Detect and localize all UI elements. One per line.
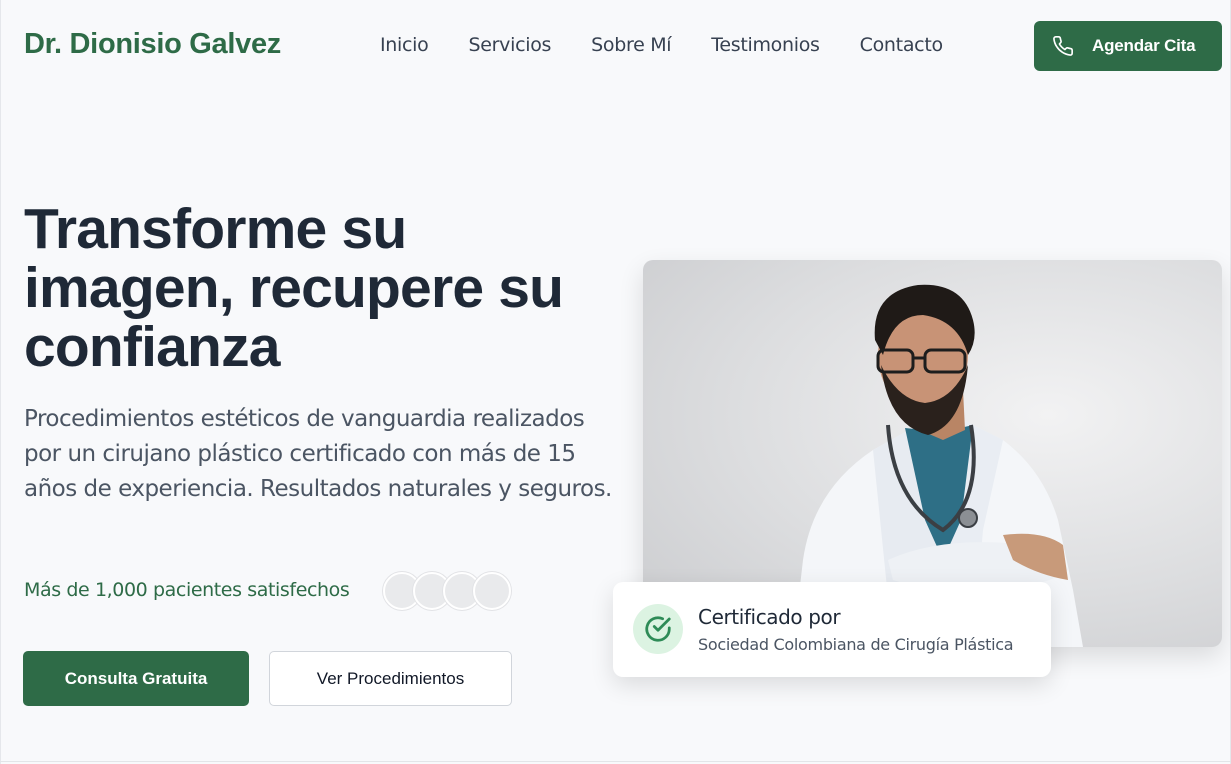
nav-link-sobre-mi[interactable]: Sobre Mí	[591, 34, 671, 56]
hero-subtitle: Procedimientos estéticos de vanguardia r…	[24, 406, 612, 502]
site-header: Dr. Dionisio Galvez Inicio Servicios Sob…	[0, 0, 1231, 92]
patient-avatars	[383, 572, 523, 612]
nav-link-contacto[interactable]: Contacto	[860, 34, 943, 56]
free-consultation-button[interactable]: Consulta Gratuita	[23, 651, 249, 706]
avatar	[473, 572, 511, 610]
book-appointment-button[interactable]: Agendar Cita	[1034, 21, 1222, 71]
certification-card: Certificado por Sociedad Colombiana de C…	[613, 582, 1051, 677]
check-circle-icon	[633, 604, 683, 654]
book-appointment-label: Agendar Cita	[1092, 36, 1196, 55]
hero-title: Transforme su imagen, recupere su confia…	[24, 197, 564, 379]
phone-icon	[1052, 35, 1074, 57]
main-nav: Inicio Servicios Sobre Mí Testimonios Co…	[380, 34, 983, 56]
nav-link-inicio[interactable]: Inicio	[380, 34, 429, 56]
section-divider	[0, 761, 1231, 762]
nav-link-servicios[interactable]: Servicios	[468, 34, 551, 56]
certification-title: Certificado por	[698, 605, 841, 629]
nav-link-testimonios[interactable]: Testimonios	[711, 34, 820, 56]
certification-organization: Sociedad Colombiana de Cirugía Plástica	[698, 635, 1014, 654]
logo[interactable]: Dr. Dionisio Galvez	[24, 28, 281, 61]
social-proof-text: Más de 1,000 pacientes satisfechos	[24, 579, 350, 601]
view-procedures-button[interactable]: Ver Procedimientos	[269, 651, 512, 706]
